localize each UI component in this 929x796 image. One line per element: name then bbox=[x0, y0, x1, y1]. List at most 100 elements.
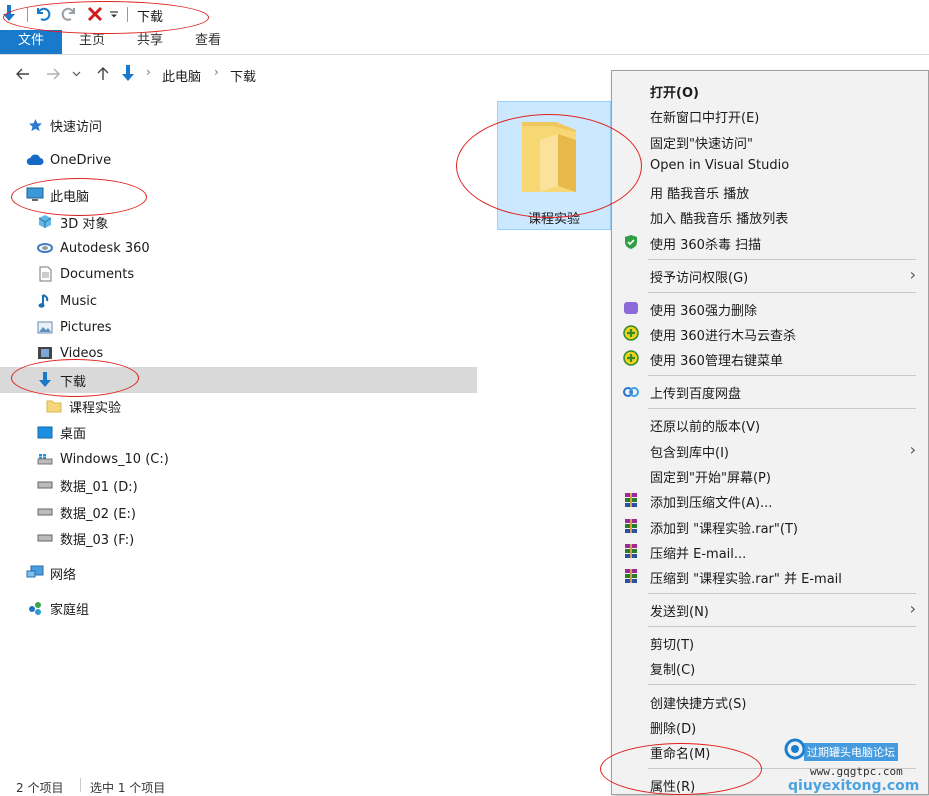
menu-item-open[interactable]: 打开(O) bbox=[612, 78, 928, 102]
tab-home[interactable]: 主页 bbox=[70, 30, 114, 54]
menu-item-cut[interactable]: 剪切(T) bbox=[612, 630, 928, 654]
nav-homegroup[interactable]: 家庭组 bbox=[26, 595, 89, 621]
forward-arrow-icon[interactable] bbox=[44, 65, 62, 83]
nav-documents[interactable]: Documents bbox=[36, 261, 134, 287]
nav-onedrive[interactable]: OneDrive bbox=[26, 147, 111, 173]
menu-item-label: 加入 酷我音乐 播放列表 bbox=[650, 212, 789, 227]
menu-item-baidu-upload[interactable]: 上传到百度网盘 bbox=[612, 379, 928, 403]
menu-item-label: 用 酷我音乐 播放 bbox=[650, 187, 750, 202]
desktop-icon bbox=[36, 423, 54, 441]
recent-locations-chevron-icon[interactable] bbox=[70, 65, 82, 83]
menu-item-add-rar[interactable]: 添加到 "课程实验.rar"(T) bbox=[612, 514, 928, 538]
menu-item-label: 授予访问权限(G) bbox=[650, 271, 749, 286]
menu-item-360-force-delete[interactable]: 使用 360强力删除 bbox=[612, 296, 928, 320]
menu-item-copy[interactable]: 复制(C) bbox=[612, 655, 928, 679]
menu-item-360-manage-menu[interactable]: 使用 360管理右键菜单 bbox=[612, 346, 928, 370]
nav-label: 快速访问 bbox=[50, 119, 103, 135]
menu-item-include-library[interactable]: 包含到库中(I) › bbox=[612, 438, 928, 462]
menu-item-label: 添加到压缩文件(A)... bbox=[650, 496, 773, 511]
undo-icon[interactable] bbox=[34, 4, 52, 24]
menu-item-add-archive[interactable]: 添加到压缩文件(A)... bbox=[612, 488, 928, 512]
menu-item-grant-access[interactable]: 授予访问权限(G) › bbox=[612, 263, 928, 287]
menu-item-kuwo-play[interactable]: 用 酷我音乐 播放 bbox=[612, 179, 928, 203]
pictures-icon bbox=[36, 318, 54, 336]
redo-icon[interactable] bbox=[60, 4, 78, 24]
menu-item-open-visual-studio[interactable]: Open in Visual Studio bbox=[612, 154, 928, 178]
tab-view[interactable]: 查看 bbox=[186, 30, 230, 54]
menu-item-kuwo-playlist[interactable]: 加入 酷我音乐 播放列表 bbox=[612, 204, 928, 228]
menu-separator bbox=[648, 408, 916, 409]
menu-item-label: 在新窗口中打开(E) bbox=[650, 111, 760, 126]
menu-item-compress-email[interactable]: 压缩并 E-mail... bbox=[612, 539, 928, 563]
nav-music[interactable]: Music bbox=[36, 288, 97, 314]
nav-videos[interactable]: Videos bbox=[36, 340, 103, 366]
tab-file[interactable]: 文件 bbox=[0, 30, 62, 54]
menu-item-label: 打开(O) bbox=[650, 86, 699, 101]
breadcrumb-separator-icon: › bbox=[146, 65, 151, 79]
breadcrumb-downloads[interactable]: 下载 bbox=[230, 66, 256, 85]
nav-desktop[interactable]: 桌面 bbox=[36, 419, 86, 445]
menu-separator bbox=[648, 292, 916, 293]
menu-item-label: Open in Visual Studio bbox=[650, 158, 790, 173]
nav-course-folder[interactable]: 课程实验 bbox=[45, 393, 121, 419]
download-location-icon bbox=[120, 65, 136, 87]
menu-item-compress-rar-email[interactable]: 压缩到 "课程实验.rar" 并 E-mail bbox=[612, 564, 928, 588]
nav-pictures[interactable]: Pictures bbox=[36, 314, 111, 340]
menu-item-open-new-window[interactable]: 在新窗口中打开(E) bbox=[612, 103, 928, 127]
menu-item-label: 还原以前的版本(V) bbox=[650, 420, 761, 435]
video-icon bbox=[36, 344, 54, 362]
menu-item-send-to[interactable]: 发送到(N) › bbox=[612, 597, 928, 621]
star-icon bbox=[26, 116, 44, 134]
menu-item-label: 删除(D) bbox=[650, 722, 697, 737]
nav-label: 数据_02 (E:) bbox=[60, 506, 136, 522]
nav-autodesk-360[interactable]: Autodesk 360 bbox=[36, 235, 150, 261]
download-arrow-icon[interactable] bbox=[0, 4, 18, 24]
nav-label: Windows_10 (C:) bbox=[60, 451, 169, 467]
nav-this-pc[interactable]: 此电脑 bbox=[26, 182, 89, 208]
address-field[interactable]: › 此电脑 › 下载 bbox=[116, 62, 611, 86]
nav-drive-e[interactable]: 数据_02 (E:) bbox=[36, 499, 136, 525]
title-bar: 下载 bbox=[0, 0, 929, 30]
nav-drive-c[interactable]: Windows_10 (C:) bbox=[36, 446, 169, 472]
menu-item-360-scan[interactable]: 使用 360杀毒 扫描 bbox=[612, 230, 928, 254]
menu-item-create-shortcut[interactable]: 创建快捷方式(S) bbox=[612, 689, 928, 713]
customize-dropdown-icon[interactable] bbox=[108, 4, 120, 24]
menu-item-restore-versions[interactable]: 还原以前的版本(V) bbox=[612, 412, 928, 436]
delete-x-icon[interactable] bbox=[86, 4, 104, 24]
up-arrow-icon[interactable] bbox=[94, 65, 112, 83]
menu-item-label: 压缩到 "课程实验.rar" 并 E-mail bbox=[650, 572, 842, 587]
nav-downloads[interactable]: 下载 bbox=[36, 367, 86, 393]
drive-icon bbox=[36, 529, 54, 547]
nav-label: Music bbox=[60, 293, 97, 309]
nav-network[interactable]: 网络 bbox=[26, 560, 76, 586]
menu-separator bbox=[648, 375, 916, 376]
quick-access-divider bbox=[27, 7, 28, 22]
nav-drive-f[interactable]: 数据_03 (F:) bbox=[36, 525, 134, 551]
winrar-icon bbox=[622, 491, 640, 509]
tab-share[interactable]: 共享 bbox=[128, 30, 172, 54]
menu-item-pin-start[interactable]: 固定到"开始"屏幕(P) bbox=[612, 463, 928, 487]
watermark-logo-icon bbox=[784, 738, 806, 764]
nav-label: OneDrive bbox=[50, 152, 112, 168]
nav-drive-d[interactable]: 数据_01 (D:) bbox=[36, 472, 138, 498]
menu-item-label: 固定到"开始"屏幕(P) bbox=[650, 471, 771, 486]
status-divider bbox=[80, 778, 81, 792]
nav-3d-objects[interactable]: 3D 对象 bbox=[36, 209, 108, 235]
submenu-chevron-icon: › bbox=[909, 265, 916, 284]
menu-separator bbox=[648, 626, 916, 627]
menu-item-label: 使用 360强力删除 bbox=[650, 304, 757, 319]
windows-drive-icon bbox=[36, 450, 54, 468]
menu-item-pin-quick-access[interactable]: 固定到"快速访问" bbox=[612, 129, 928, 153]
winrar-icon bbox=[622, 567, 640, 585]
selected-count: 选中 1 个项目 bbox=[90, 781, 166, 795]
cube-icon bbox=[36, 213, 54, 231]
menu-item-label: 剪切(T) bbox=[650, 638, 695, 653]
nav-quick-access[interactable]: 快速访问 bbox=[26, 112, 102, 138]
site-watermark: 过期罐头电脑论坛 www.gqgtpc.com qiuyexitong.com bbox=[780, 732, 929, 795]
menu-item-360-trojan-scan[interactable]: 使用 360进行木马云查杀 bbox=[612, 321, 928, 345]
back-arrow-icon[interactable] bbox=[14, 65, 32, 83]
breadcrumb-separator-icon: › bbox=[214, 65, 219, 79]
drive-icon bbox=[36, 503, 54, 521]
folder-tile-selected[interactable]: 课程实验 bbox=[497, 101, 611, 230]
breadcrumb-this-pc[interactable]: 此电脑 bbox=[162, 66, 201, 85]
